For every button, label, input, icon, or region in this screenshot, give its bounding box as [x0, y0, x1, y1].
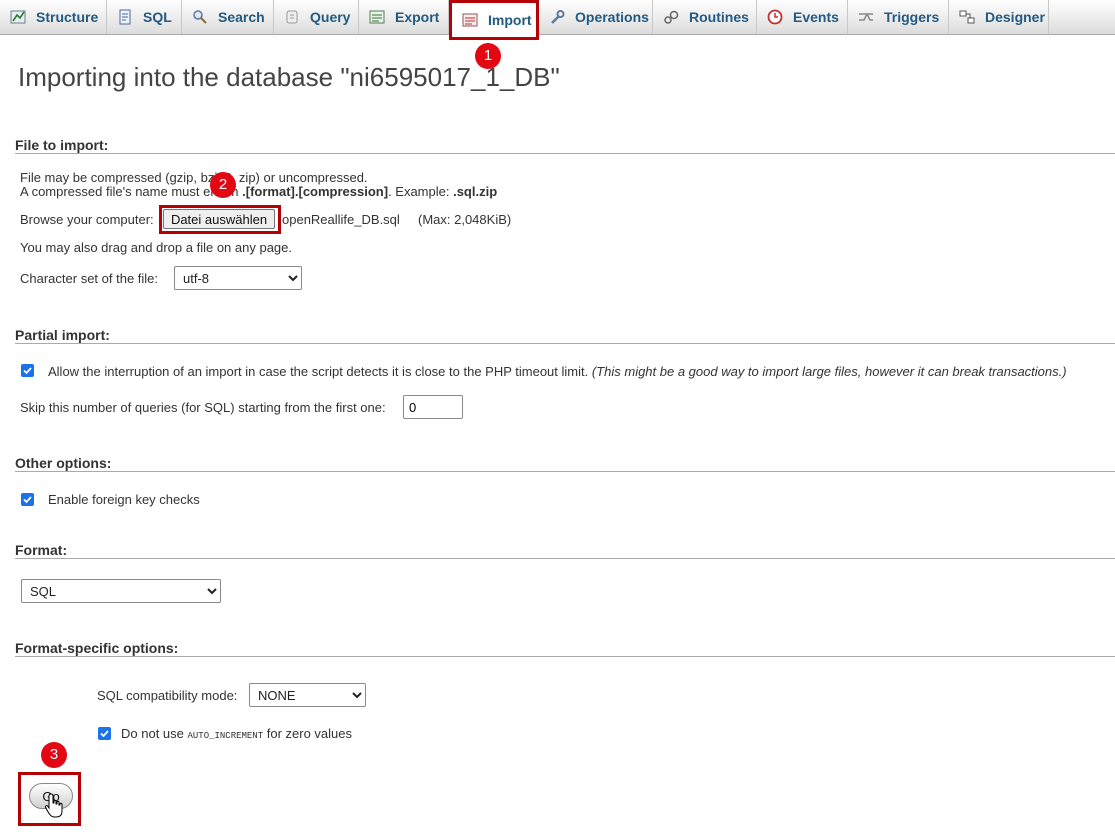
foreign-keys-label: Enable foreign key checks	[48, 492, 200, 507]
tab-routines[interactable]: Routines	[653, 0, 757, 34]
filename-note: A compressed file's name must end in .[f…	[20, 184, 498, 199]
compat-mode-select[interactable]: NONE	[249, 683, 366, 707]
legend-other-options: Other options:	[15, 455, 112, 471]
no-auto-increment-checkbox[interactable]	[98, 727, 111, 740]
annotation-badge-3: 3	[41, 742, 67, 768]
allow-interrupt-label: Allow the interruption of an import in c…	[48, 364, 1067, 379]
max-size-note: (Max: 2,048KiB)	[418, 212, 512, 227]
legend-file-to-import: File to import:	[15, 137, 109, 153]
import-icon	[462, 12, 478, 28]
format-select[interactable]: SQL	[21, 579, 221, 603]
tab-import[interactable]: Import	[449, 0, 539, 40]
section-divider	[15, 343, 1115, 344]
tab-events[interactable]: Events	[757, 0, 848, 34]
section-divider	[15, 656, 1115, 657]
checkmark-icon	[100, 730, 109, 738]
designer-icon	[959, 9, 975, 25]
routines-icon	[663, 9, 679, 25]
selected-file-name: openReallife_DB.sql	[282, 212, 400, 227]
section-divider	[15, 153, 1115, 154]
tab-designer[interactable]: Designer	[949, 0, 1049, 34]
drag-drop-hint: You may also drag and drop a file on any…	[20, 240, 292, 255]
skip-queries-label: Skip this number of queries (for SQL) st…	[20, 400, 386, 415]
no-auto-increment-label: Do not use AUTO_INCREMENT for zero value…	[121, 726, 352, 741]
charset-select[interactable]: utf-8	[174, 266, 302, 290]
charset-label: Character set of the file:	[20, 271, 159, 286]
legend-format: Format:	[15, 542, 68, 558]
search-icon	[192, 9, 208, 25]
tab-sql[interactable]: SQL	[107, 0, 182, 34]
compression-note: File may be compressed (gzip, bzip2, zip…	[20, 170, 368, 185]
hand-cursor-icon	[44, 793, 63, 818]
highlight-box-file	[159, 205, 281, 234]
query-icon	[284, 9, 300, 25]
structure-icon	[10, 9, 26, 25]
allow-interrupt-checkbox[interactable]	[21, 364, 34, 377]
export-icon	[369, 9, 385, 25]
tab-operations[interactable]: Operations	[539, 0, 653, 34]
tab-triggers[interactable]: Triggers	[848, 0, 949, 34]
foreign-keys-checkbox[interactable]	[21, 493, 34, 506]
tab-search[interactable]: Search	[182, 0, 274, 34]
tab-bar: Structure SQL Search Query Export Import…	[0, 0, 1115, 40]
legend-partial-import: Partial import:	[15, 327, 110, 343]
section-divider	[15, 558, 1115, 559]
annotation-badge-2: 2	[210, 172, 236, 198]
section-divider	[15, 471, 1115, 472]
legend-format-options: Format-specific options:	[15, 640, 179, 656]
tab-export[interactable]: Export	[359, 0, 449, 34]
sql-icon	[117, 9, 133, 25]
tab-query[interactable]: Query	[274, 0, 359, 34]
skip-queries-input[interactable]	[403, 395, 463, 419]
page-title: Importing into the database "ni6595017_1…	[18, 62, 560, 92]
compat-mode-label: SQL compatibility mode:	[97, 688, 238, 703]
triggers-icon	[858, 9, 874, 25]
browse-label: Browse your computer:	[20, 212, 154, 227]
checkmark-icon	[23, 496, 32, 504]
wrench-icon	[549, 9, 565, 25]
clock-icon	[767, 9, 783, 25]
tab-structure[interactable]: Structure	[0, 0, 107, 34]
checkmark-icon	[23, 367, 32, 375]
